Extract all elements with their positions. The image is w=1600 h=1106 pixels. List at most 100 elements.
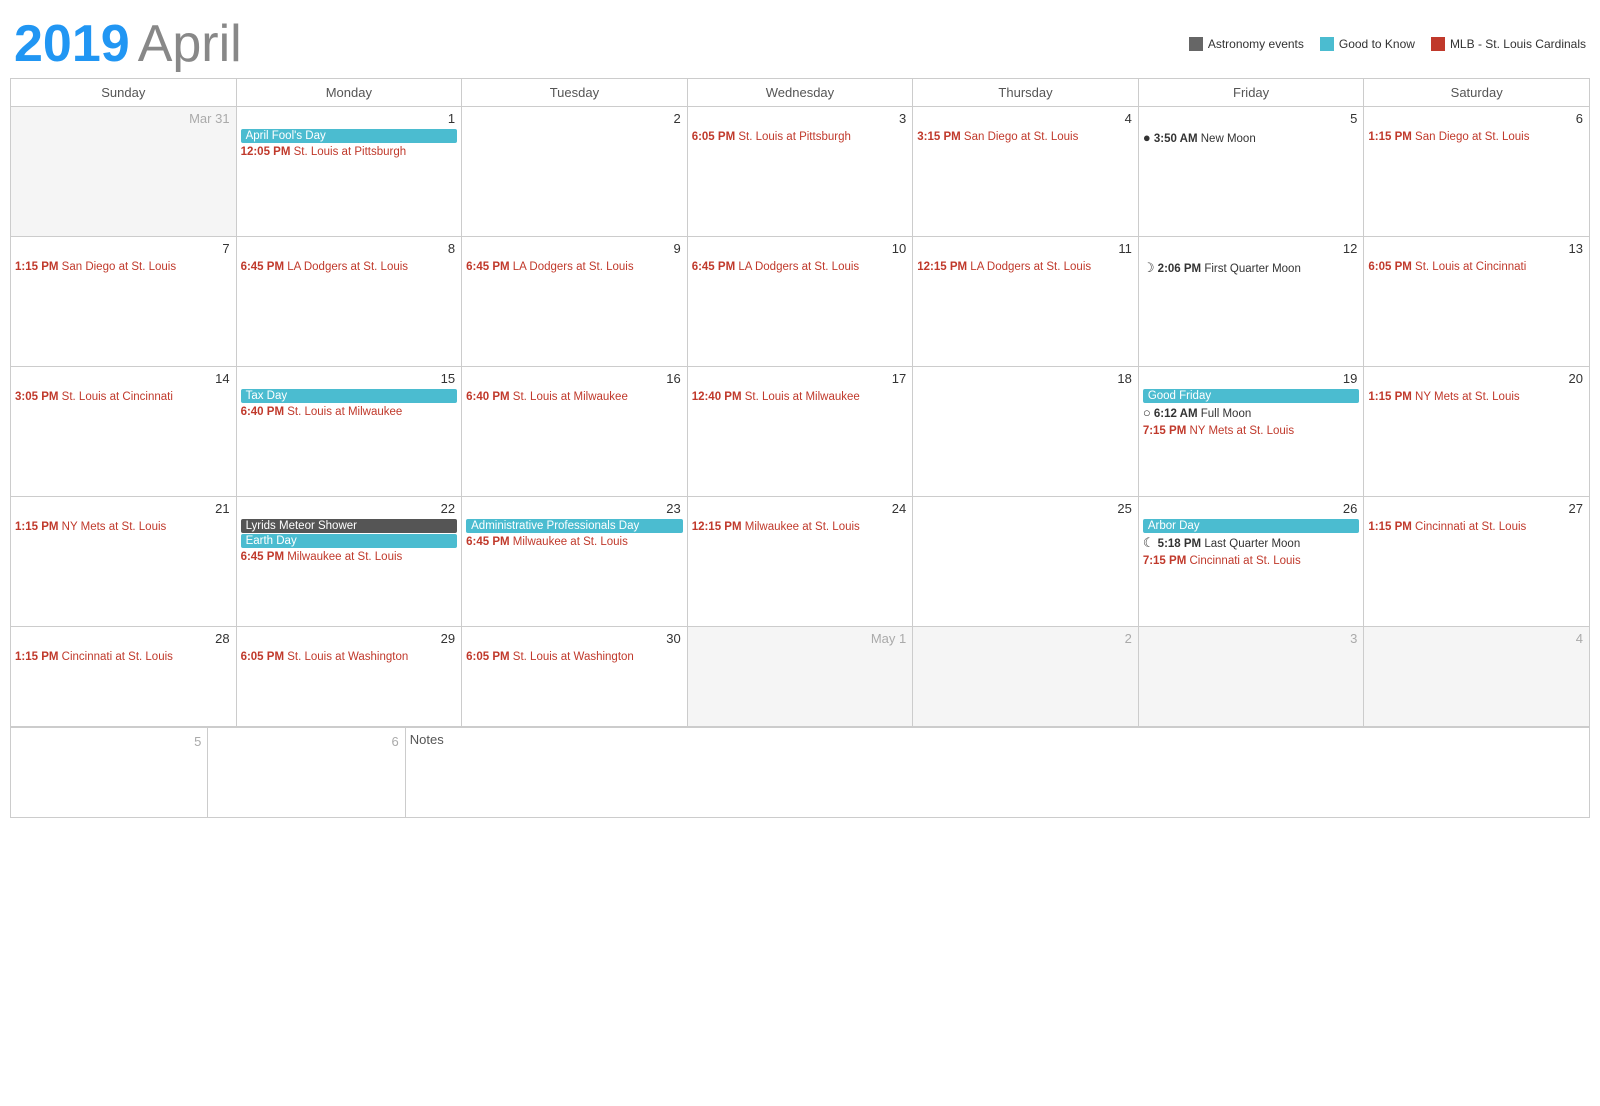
- mlb-legend-label: MLB - St. Louis Cardinals: [1450, 37, 1586, 51]
- event-banner: April Fool's Day: [241, 129, 458, 143]
- astronomy-legend-label: Astronomy events: [1208, 37, 1304, 51]
- event-mlb: 1:15 PM Cincinnati at St. Louis: [1368, 519, 1585, 535]
- date-number: 4: [917, 109, 1134, 128]
- event-mlb: 6:45 PM LA Dodgers at St. Louis: [692, 259, 909, 275]
- event-mlb: 1:15 PM San Diego at St. Louis: [15, 259, 232, 275]
- day-cell-w3d6: 271:15 PM Cincinnati at St. Louis: [1364, 497, 1590, 627]
- notes-main-cell: Notes: [405, 728, 1589, 818]
- day-cell-w2d3: 1712:40 PM St. Louis at Milwaukee: [687, 367, 913, 497]
- event-mlb: 6:45 PM Milwaukee at St. Louis: [241, 549, 458, 565]
- event-mlb: 3:15 PM San Diego at St. Louis: [917, 129, 1134, 145]
- event-mlb: 6:40 PM St. Louis at Milwaukee: [241, 404, 458, 420]
- legend: Astronomy events Good to Know MLB - St. …: [1189, 37, 1586, 51]
- date-number: 8: [241, 239, 458, 258]
- event-mlb: 6:05 PM St. Louis at Washington: [241, 649, 458, 665]
- date-number: 9: [466, 239, 683, 258]
- week-row-1: 71:15 PM San Diego at St. Louis86:45 PM …: [11, 237, 1590, 367]
- date-number: 10: [692, 239, 909, 258]
- day-cell-w0d2: 2: [462, 107, 688, 237]
- event-mlb: 1:15 PM San Diego at St. Louis: [1368, 129, 1585, 145]
- date-number: 29: [241, 629, 458, 648]
- date-number: May 1: [692, 629, 909, 648]
- date-number: 12: [1143, 239, 1360, 258]
- date-number: 23: [466, 499, 683, 518]
- notes-row: 5 6 Notes: [11, 728, 1590, 818]
- event-banner: Tax Day: [241, 389, 458, 403]
- week-row-2: 143:05 PM St. Louis at Cincinnati15Tax D…: [11, 367, 1590, 497]
- notes-label: Notes: [410, 732, 444, 747]
- day-cell-w4d3: May 1: [687, 627, 913, 727]
- day-cell-w1d6: 136:05 PM St. Louis at Cincinnati: [1364, 237, 1590, 367]
- day-cell-w4d6: 4: [1364, 627, 1590, 727]
- goodtoknow-color-box: [1320, 37, 1334, 51]
- date-number: 26: [1143, 499, 1360, 518]
- day-cell-w4d1: 296:05 PM St. Louis at Washington: [236, 627, 462, 727]
- date-number: 28: [15, 629, 232, 648]
- day-cell-w2d1: 15Tax Day6:40 PM St. Louis at Milwaukee: [236, 367, 462, 497]
- day-cell-w3d4: 25: [913, 497, 1139, 627]
- event-mlb: 1:15 PM NY Mets at St. Louis: [15, 519, 232, 535]
- date-number: 4: [1368, 629, 1585, 648]
- event-mlb: 7:15 PM Cincinnati at St. Louis: [1143, 553, 1360, 569]
- event-mlb: 6:05 PM St. Louis at Washington: [466, 649, 683, 665]
- day-cell-w2d2: 166:40 PM St. Louis at Milwaukee: [462, 367, 688, 497]
- day-header-saturday: Saturday: [1364, 79, 1590, 107]
- date-number: 13: [1368, 239, 1585, 258]
- day-cell-w1d3: 106:45 PM LA Dodgers at St. Louis: [687, 237, 913, 367]
- date-number: Mar 31: [15, 109, 232, 128]
- event-banner: Lyrids Meteor Shower: [241, 519, 458, 533]
- week-row-4: 281:15 PM Cincinnati at St. Louis296:05 …: [11, 627, 1590, 727]
- day-cell-w0d1: 1April Fool's Day12:05 PM St. Louis at P…: [236, 107, 462, 237]
- event-banner: Earth Day: [241, 534, 458, 548]
- day-cell-w2d4: 18: [913, 367, 1139, 497]
- event-mlb: 6:05 PM St. Louis at Pittsburgh: [692, 129, 909, 145]
- day-cell-w1d4: 1112:15 PM LA Dodgers at St. Louis: [913, 237, 1139, 367]
- header-title: 2019 April: [14, 18, 242, 70]
- event-mlb: 3:05 PM St. Louis at Cincinnati: [15, 389, 232, 405]
- date-number: 20: [1368, 369, 1585, 388]
- event-mlb: 6:45 PM Milwaukee at St. Louis: [466, 534, 683, 550]
- date-number: 22: [241, 499, 458, 518]
- day-cell-w4d2: 306:05 PM St. Louis at Washington: [462, 627, 688, 727]
- date-number: 3: [1143, 629, 1360, 648]
- date-number: 6: [1368, 109, 1585, 128]
- event-mlb: 12:15 PM LA Dodgers at St. Louis: [917, 259, 1134, 275]
- event-mlb: 12:40 PM St. Louis at Milwaukee: [692, 389, 909, 405]
- date-number: 1: [241, 109, 458, 128]
- event-mlb: 1:15 PM Cincinnati at St. Louis: [15, 649, 232, 665]
- event-astro: ● 3:50 AM New Moon: [1143, 129, 1360, 147]
- date-number: 2: [466, 109, 683, 128]
- day-cell-w0d0: Mar 31: [11, 107, 237, 237]
- date-number: 21: [15, 499, 232, 518]
- day-cell-w2d0: 143:05 PM St. Louis at Cincinnati: [11, 367, 237, 497]
- day-cell-w1d1: 86:45 PM LA Dodgers at St. Louis: [236, 237, 462, 367]
- legend-mlb: MLB - St. Louis Cardinals: [1431, 37, 1586, 51]
- day-header-tuesday: Tuesday: [462, 79, 688, 107]
- date-number: 2: [917, 629, 1134, 648]
- day-cell-w0d4: 43:15 PM San Diego at St. Louis: [913, 107, 1139, 237]
- date-number: 27: [1368, 499, 1585, 518]
- day-headers-row: Sunday Monday Tuesday Wednesday Thursday…: [11, 79, 1590, 107]
- calendar-page: 2019 April Astronomy events Good to Know…: [0, 0, 1600, 1106]
- notes-cell-6: 6: [208, 728, 405, 818]
- event-mlb: 1:15 PM NY Mets at St. Louis: [1368, 389, 1585, 405]
- mlb-color-box: [1431, 37, 1445, 51]
- day-cell-w0d5: 5● 3:50 AM New Moon: [1138, 107, 1364, 237]
- date-number: 30: [466, 629, 683, 648]
- day-cell-w4d4: 2: [913, 627, 1139, 727]
- event-banner: Administrative Professionals Day: [466, 519, 683, 533]
- legend-goodtoknow: Good to Know: [1320, 37, 1415, 51]
- date-number: 3: [692, 109, 909, 128]
- day-cell-w3d5: 26Arbor Day☾ 5:18 PM Last Quarter Moon7:…: [1138, 497, 1364, 627]
- day-header-monday: Monday: [236, 79, 462, 107]
- day-cell-w0d6: 61:15 PM San Diego at St. Louis: [1364, 107, 1590, 237]
- day-cell-w3d2: 23Administrative Professionals Day6:45 P…: [462, 497, 688, 627]
- year-label: 2019: [14, 18, 130, 70]
- notes-date-5: 5: [15, 732, 203, 751]
- event-banner: Arbor Day: [1143, 519, 1360, 533]
- date-number: 14: [15, 369, 232, 388]
- event-mlb: 6:40 PM St. Louis at Milwaukee: [466, 389, 683, 405]
- event-mlb: 6:05 PM St. Louis at Cincinnati: [1368, 259, 1585, 275]
- day-header-friday: Friday: [1138, 79, 1364, 107]
- event-mlb: 12:05 PM St. Louis at Pittsburgh: [241, 144, 458, 160]
